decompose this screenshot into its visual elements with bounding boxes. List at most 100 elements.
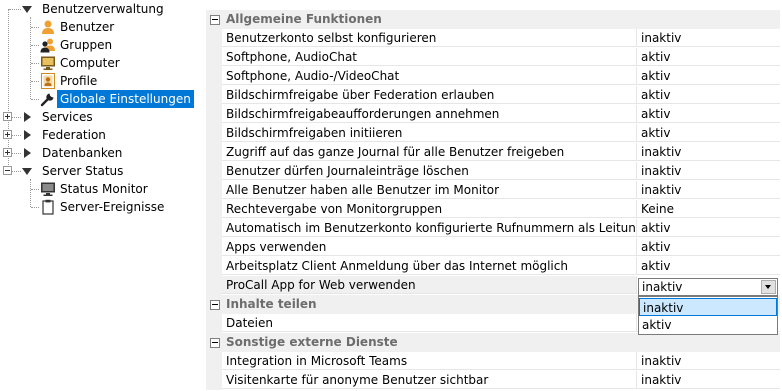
tree-item-label: Gruppen: [60, 38, 113, 52]
user-icon: [42, 20, 54, 34]
navigation-tree: Benutzerverwaltung Benutzer Gruppen Comp…: [0, 0, 206, 391]
expand-box-icon[interactable]: [3, 130, 12, 139]
tree-item-server-status[interactable]: Server Status: [39, 162, 126, 180]
dropdown-list: inaktiv aktiv: [638, 296, 778, 335]
category-row[interactable]: Sonstige externe Dienste: [206, 333, 780, 352]
row-gutter: [206, 200, 222, 219]
row-gutter: [206, 48, 222, 67]
property-row[interactable]: Automatisch im Benutzerkonto konfigurier…: [206, 219, 780, 238]
property-row[interactable]: Softphone, Audio-/VideoChat aktiv: [206, 67, 780, 86]
row-gutter: [206, 143, 222, 162]
collapse-category-icon[interactable]: [210, 338, 220, 348]
property-name: ProCall App for Web verwenden: [222, 276, 637, 294]
tree-item-datenbanken[interactable]: Datenbanken: [39, 144, 125, 162]
property-row[interactable]: Rechtevergabe von Monitorgruppen Keine: [206, 200, 780, 219]
row-gutter: [206, 352, 222, 371]
property-value[interactable]: Keine: [637, 200, 780, 218]
property-row[interactable]: Benutzer dürfen Journaleinträge löschen i…: [206, 162, 780, 181]
value-combobox[interactable]: inaktiv: [638, 278, 778, 296]
tree-item-label: Federation: [42, 128, 106, 142]
tree-item-label: Server Status: [42, 164, 124, 178]
property-name: Visitenkarte für anonyme Benutzer sichtb…: [222, 371, 637, 389]
property-value[interactable]: aktiv: [637, 86, 780, 104]
collapse-arrow-icon[interactable]: [22, 168, 32, 175]
property-value[interactable]: aktiv: [637, 105, 780, 123]
property-value[interactable]: inaktiv: [637, 371, 780, 389]
property-value[interactable]: aktiv: [637, 219, 780, 237]
computer-icon: [41, 56, 55, 70]
dropdown-arrow-icon[interactable]: [761, 280, 776, 294]
property-value[interactable]: inaktiv: [637, 143, 780, 161]
collapse-arrow-icon[interactable]: [22, 6, 32, 13]
tree-item-benutzerverwaltung[interactable]: Benutzerverwaltung: [39, 0, 167, 18]
expand-box-icon[interactable]: [3, 148, 12, 157]
property-value[interactable]: aktiv: [637, 48, 780, 66]
property-value[interactable]: inaktiv: [637, 352, 780, 370]
row-gutter: [206, 257, 222, 276]
tree-item-computer[interactable]: Computer: [57, 54, 123, 72]
tree-item-label: Benutzerverwaltung: [42, 2, 164, 16]
row-gutter: [206, 371, 222, 390]
tree-item-label: Server-Ereignisse: [60, 200, 165, 214]
tree-item-profile[interactable]: Profile: [57, 72, 100, 90]
property-row[interactable]: Bildschirmfreigabeaufforderungen annehme…: [206, 105, 780, 124]
property-value[interactable]: inaktiv: [637, 162, 780, 180]
property-value[interactable]: inaktiv: [637, 29, 780, 47]
property-name: Automatisch im Benutzerkonto konfigurier…: [222, 219, 637, 237]
property-row[interactable]: Arbeitsplatz Client Anmeldung über das I…: [206, 257, 780, 276]
monitor-icon: [41, 182, 55, 196]
row-gutter: [206, 29, 222, 48]
category-title: Allgemeine Funktionen: [222, 10, 780, 29]
tree-item-server-ereignisse[interactable]: Server-Ereignisse: [57, 198, 167, 216]
category-title: Sonstige externe Dienste: [222, 333, 780, 352]
property-name: Benutzerkonto selbst konfigurieren: [222, 29, 637, 47]
tree-item-label: Globale Einstellungen: [57, 90, 194, 108]
property-row[interactable]: Alle Benutzer haben alle Benutzer im Mon…: [206, 181, 780, 200]
property-value[interactable]: aktiv: [637, 67, 780, 85]
tree-item-federation[interactable]: Federation: [39, 126, 109, 144]
tree-item-services[interactable]: Services: [39, 108, 96, 126]
tree-item-gruppen[interactable]: Gruppen: [57, 36, 115, 54]
property-row[interactable]: Visitenkarte für anonyme Benutzer sichtb…: [206, 371, 780, 390]
expand-arrow-icon[interactable]: [24, 130, 31, 140]
property-name: Softphone, Audio-/VideoChat: [222, 67, 637, 85]
property-name: Dateien: [222, 314, 637, 332]
property-name: Apps verwenden: [222, 238, 637, 256]
property-name: Alle Benutzer haben alle Benutzer im Mon…: [222, 181, 637, 199]
tree-item-label: Benutzer: [60, 20, 115, 34]
tree-item-status-monitor[interactable]: Status Monitor: [57, 180, 151, 198]
property-row[interactable]: Benutzerkonto selbst konfigurieren inakti…: [206, 29, 780, 48]
row-gutter: [206, 105, 222, 124]
row-gutter: [206, 124, 222, 143]
tree-item-benutzer[interactable]: Benutzer: [57, 18, 117, 36]
category-row[interactable]: Allgemeine Funktionen: [206, 10, 780, 29]
property-row[interactable]: Bildschirmfreigabe über Federation erlau…: [206, 86, 780, 105]
property-row[interactable]: Bildschirmfreigaben initiieren aktiv: [206, 124, 780, 143]
property-value[interactable]: inaktiv: [637, 181, 780, 199]
wrench-icon: [40, 93, 54, 107]
category-gutter: [206, 295, 222, 314]
expand-box-icon[interactable]: [3, 112, 12, 121]
dropdown-option-aktiv[interactable]: aktiv: [639, 316, 777, 334]
property-name: Softphone, AudioChat: [222, 48, 637, 66]
tree-item-label: Services: [42, 110, 93, 124]
property-row[interactable]: Integration in Microsoft Teams inaktiv: [206, 352, 780, 371]
property-name: Benutzer dürfen Journaleinträge löschen: [222, 162, 637, 180]
property-row[interactable]: Apps verwenden aktiv: [206, 238, 780, 257]
collapse-category-icon[interactable]: [210, 15, 220, 25]
combobox-value: inaktiv: [642, 280, 683, 294]
property-name: Integration in Microsoft Teams: [222, 352, 637, 370]
property-row[interactable]: Zugriff auf das ganze Journal für alle B…: [206, 143, 780, 162]
property-value[interactable]: aktiv: [637, 124, 780, 142]
profile-card-icon: [41, 73, 55, 89]
expand-arrow-icon[interactable]: [24, 148, 31, 158]
property-value[interactable]: aktiv: [637, 257, 780, 275]
tree-item-globale-einstellungen[interactable]: Globale Einstellungen: [57, 90, 194, 108]
property-row[interactable]: Softphone, AudioChat aktiv: [206, 48, 780, 67]
clipboard-icon: [42, 199, 54, 215]
collapse-box-icon[interactable]: [3, 166, 12, 175]
collapse-category-icon[interactable]: [210, 300, 220, 310]
expand-arrow-icon[interactable]: [24, 112, 31, 122]
property-value[interactable]: aktiv: [637, 238, 780, 256]
dropdown-option-inaktiv[interactable]: inaktiv: [639, 298, 777, 316]
